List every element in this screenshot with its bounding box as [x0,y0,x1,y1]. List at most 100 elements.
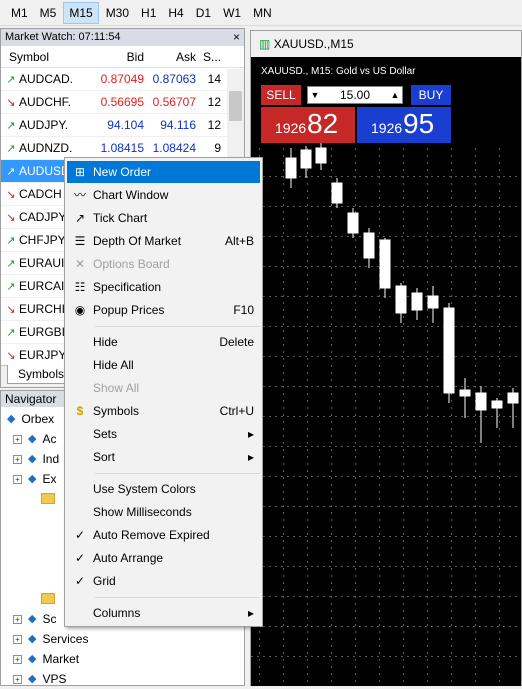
folder-icon[interactable] [41,493,55,504]
sell-price-big: 82 [307,108,339,139]
arrow-up-icon: ↗ [6,143,16,155]
table-row[interactable]: ↘ AUDCHF. 0.56695 0.56707 12 [1,91,244,114]
menu-item-auto-arrange[interactable]: ✓ Auto Arrange [67,547,260,569]
menu-item-hide[interactable]: Hide Delete [67,331,260,353]
volume-value[interactable]: 15.00 [322,88,388,102]
navigator-item-ex[interactable]: + ◆ Ex [13,469,56,489]
buy-button[interactable]: BUY [411,85,451,105]
candle-body [300,149,312,169]
volume-field[interactable]: ▼ 15.00 ▲ [307,86,403,104]
timeframe-m5[interactable]: M5 [35,2,62,24]
depth-icon: ☰ [74,234,86,248]
timeframe-m30[interactable]: M30 [101,2,134,24]
navigator-item-orbex[interactable]: ◆ Orbex [7,409,54,429]
plus-icon: ⊞ [74,165,86,179]
expand-icon[interactable]: + [13,614,22,624]
menu-item-options-board[interactable]: ✕ Options Board [67,253,260,275]
menu-item-label: Hide [93,335,118,349]
menu-separator [95,326,260,327]
navigator-item-label: Ind [42,452,60,466]
navigator-item-services[interactable]: + ◆ Services [13,629,88,649]
sell-price[interactable]: 1926 82 [261,107,355,143]
menu-item-show-all[interactable]: Show All [67,377,260,399]
close-icon[interactable]: × [233,30,240,44]
folder-icon[interactable] [41,593,55,604]
menu-item-label: Popup Prices [93,303,165,317]
arrow-up-icon: ↗ [6,235,16,247]
chart-icon: ▥ [259,37,271,51]
sell-button[interactable]: SELL [261,85,301,105]
navigator-item-ind[interactable]: + ◆ Ind [13,449,59,469]
symbol-name: EURCAI [19,279,65,293]
menu-item-label: Chart Window [93,188,169,202]
arrow-up-icon: ↗ [6,166,16,178]
navigator-item-market[interactable]: + ◆ Market [13,649,79,669]
buy-price[interactable]: 1926 95 [357,107,451,143]
scripts-icon: ◆ [28,613,37,625]
expand-icon[interactable]: + [13,674,22,684]
timeframe-toolbar: M1 M5 M15 M30 H1 H4 D1 W1 MN [0,0,522,26]
bid-cell: 1.08415 [100,141,144,155]
timeframe-w1[interactable]: W1 [218,2,246,24]
ask-cell: 1.08424 [152,141,196,155]
timeframe-d1[interactable]: D1 [191,2,216,24]
expand-icon[interactable]: + [13,634,22,644]
menu-item-specification[interactable]: ☷ Specification [67,276,260,298]
menu-item-label: Depth Of Market [93,234,182,248]
spread-cell: 12 [207,118,221,132]
menu-shortcut: Delete [219,335,254,349]
expand-icon[interactable]: + [13,654,22,664]
navigator-item-label: Sc [42,612,57,626]
column-bid[interactable]: Bid [91,46,144,67]
scrollbar-thumb[interactable] [229,91,242,121]
table-row[interactable]: ↗ AUDCAD. 0.87049 0.87063 14 [1,68,244,91]
column-ask[interactable]: Ask [144,46,196,67]
volume-down-icon[interactable]: ▼ [308,90,322,100]
menu-item-show-milliseconds[interactable]: Show Milliseconds [67,501,260,523]
timeframe-h1[interactable]: H1 [136,2,161,24]
submenu-arrow-icon: ▸ [247,427,254,441]
menu-item-label: Show Milliseconds [93,505,192,519]
candle-body [491,400,503,409]
submenu-arrow-icon: ▸ [247,606,254,620]
menu-item-label: Columns [93,606,141,620]
navigator-item-vps[interactable]: + ◆ VPS [13,669,66,689]
timeframe-m15[interactable]: M15 [63,1,99,24]
menu-item-chart-window[interactable]: 〰 Chart Window [67,184,260,206]
expand-icon[interactable]: + [13,474,22,484]
expand-icon[interactable]: + [13,454,22,464]
spread-cell: 14 [207,72,221,86]
menu-item-grid[interactable]: ✓ Grid [67,570,260,592]
chart-tab[interactable]: ▥ XAUUSD.,M15 [251,31,521,57]
chart-area[interactable]: XAUUSD., M15: Gold vs US Dollar SELL ▼ 1… [251,58,521,686]
column-spread[interactable]: S... [196,46,224,67]
menu-item-columns[interactable]: Columns ▸ [67,602,260,624]
popup-icon: ◉ [74,303,86,317]
menu-item-use-system-colors[interactable]: Use System Colors [67,478,260,500]
timeframe-m1[interactable]: M1 [6,2,33,24]
submenu-arrow-icon: ▸ [247,450,254,464]
timeframe-mn[interactable]: MN [248,2,277,24]
navigator-item-label: Market [42,652,80,666]
market-watch-title: Market Watch: 07:11:54 [1,29,244,46]
menu-item-tick-chart[interactable]: ↗ Tick Chart [67,207,260,229]
menu-item-symbols[interactable]: $ Symbols Ctrl+U [67,400,260,422]
timeframe-h4[interactable]: H4 [163,2,188,24]
column-symbol[interactable]: Symbol [1,46,91,67]
menu-item-hide-all[interactable]: Hide All [67,354,260,376]
symbol-name: AUDJPY. [19,118,69,132]
navigator-item-ac[interactable]: + ◆ Ac [13,429,56,449]
menu-item-sort[interactable]: Sort ▸ [67,446,260,468]
menu-separator [95,473,260,474]
navigator-item-sc[interactable]: + ◆ Sc [13,609,56,629]
expand-icon[interactable]: + [13,434,22,444]
menu-item-popup-prices[interactable]: ◉ Popup Prices F10 [67,299,260,321]
table-row[interactable]: ↗ AUDJPY. 94.104 94.116 12 [1,114,244,137]
symbol-cell: ↘ AUDCHF. [1,91,91,113]
menu-item-sets[interactable]: Sets ▸ [67,423,260,445]
menu-item-depth-of-market[interactable]: ☰ Depth Of Market Alt+B [67,230,260,252]
broker-icon: ◆ [7,413,16,425]
volume-up-icon[interactable]: ▲ [388,90,402,100]
menu-item-auto-remove-expired[interactable]: ✓ Auto Remove Expired [67,524,260,546]
menu-item-new-order[interactable]: ⊞ New Order [67,161,260,183]
